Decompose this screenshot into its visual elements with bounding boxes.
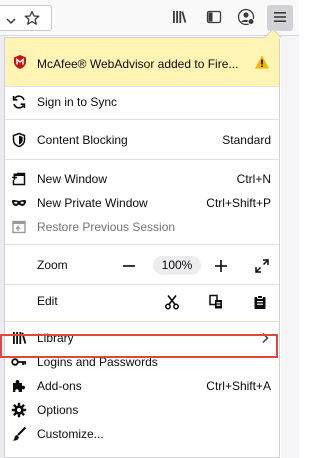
library-button[interactable]: [166, 5, 192, 31]
addon-notification-banner[interactable]: McAfee® WebAdvisor added to Fire...: [5, 38, 279, 86]
account-button[interactable]: [233, 5, 259, 31]
new-window-icon: [11, 171, 27, 187]
restore-session-label: Restore Previous Session: [37, 220, 176, 234]
library-icon: [171, 9, 187, 28]
copy-button[interactable]: [203, 291, 229, 315]
account-icon: [237, 8, 255, 29]
clipboard-icon: [252, 294, 268, 313]
menu-item-logins[interactable]: Logins and Passwords: [5, 350, 279, 374]
menu-item-zoom: Zoom 100%: [5, 249, 279, 279]
paste-button[interactable]: [247, 291, 273, 315]
zoom-label: Zoom: [37, 258, 68, 272]
private-mask-icon: [11, 195, 27, 211]
menu-item-content-blocking[interactable]: Content Blocking Standard: [5, 128, 279, 152]
menu-item-addons[interactable]: Add-ons Ctrl+Shift+A: [5, 374, 279, 398]
menu-item-sign-in[interactable]: Sign in to Sync: [5, 90, 279, 114]
logins-label: Logins and Passwords: [37, 355, 158, 369]
new-window-shortcut: Ctrl+N: [236, 172, 271, 186]
separator: [5, 119, 279, 120]
warning-icon: [254, 54, 270, 73]
new-window-label: New Window: [37, 172, 108, 186]
shield-icon: [11, 132, 27, 148]
sync-icon: [11, 94, 27, 110]
sign-in-label: Sign in to Sync: [37, 95, 118, 109]
restore-session-icon: [11, 219, 27, 235]
dropdown-arrow-icon[interactable]: [6, 14, 16, 28]
browser-toolbar: [0, 0, 299, 36]
menu-item-customize[interactable]: Customize...: [5, 422, 279, 446]
copy-icon: [208, 294, 224, 313]
separator: [5, 86, 279, 87]
new-private-window-label: New Private Window: [37, 196, 148, 210]
zoom-reset-button[interactable]: 100%: [153, 256, 201, 275]
menu-item-edit: Edit: [5, 287, 279, 315]
menu-item-library[interactable]: Library: [5, 326, 279, 350]
zoom-in-button[interactable]: [209, 254, 233, 278]
gear-icon: [11, 402, 27, 418]
separator: [5, 159, 279, 160]
content-blocking-value: Standard: [222, 133, 271, 147]
options-label: Options: [37, 403, 79, 417]
customize-label: Customize...: [37, 427, 104, 441]
bookmark-star-icon[interactable]: [24, 10, 40, 29]
separator: [5, 284, 279, 285]
addons-shortcut: Ctrl+Shift+A: [206, 379, 271, 393]
hamburger-menu-icon: [272, 9, 288, 28]
menu-item-restore-session[interactable]: Restore Previous Session: [5, 215, 279, 239]
paintbrush-icon: [11, 426, 27, 442]
menu-item-new-private-window[interactable]: New Private Window Ctrl+Shift+P: [5, 191, 279, 215]
app-menu-panel: McAfee® WebAdvisor added to Fire... Sign…: [4, 37, 280, 458]
fullscreen-button[interactable]: [250, 254, 274, 278]
open-menu-button[interactable]: [267, 5, 293, 31]
library-label: Library: [37, 331, 74, 345]
content-blocking-label: Content Blocking: [37, 133, 128, 147]
mcafee-shield-icon: [12, 54, 28, 73]
library-icon: [11, 330, 27, 346]
zoom-out-button[interactable]: [117, 254, 141, 278]
page-background: [281, 36, 299, 458]
sidebar-icon: [206, 9, 222, 28]
menu-item-new-window[interactable]: New Window Ctrl+N: [5, 167, 279, 191]
chevron-right-icon: [261, 332, 269, 347]
url-bar[interactable]: [0, 5, 52, 31]
scissors-icon: [164, 294, 180, 313]
menu-item-options[interactable]: Options: [5, 398, 279, 422]
key-icon: [11, 354, 27, 370]
cut-button[interactable]: [159, 291, 185, 315]
separator: [5, 244, 279, 245]
puzzle-piece-icon: [11, 378, 27, 394]
separator: [5, 321, 279, 322]
banner-text: McAfee® WebAdvisor added to Fire...: [37, 57, 239, 71]
new-private-window-shortcut: Ctrl+Shift+P: [206, 196, 271, 210]
addons-label: Add-ons: [37, 379, 82, 393]
edit-label: Edit: [37, 294, 58, 308]
sidebar-button[interactable]: [201, 5, 227, 31]
